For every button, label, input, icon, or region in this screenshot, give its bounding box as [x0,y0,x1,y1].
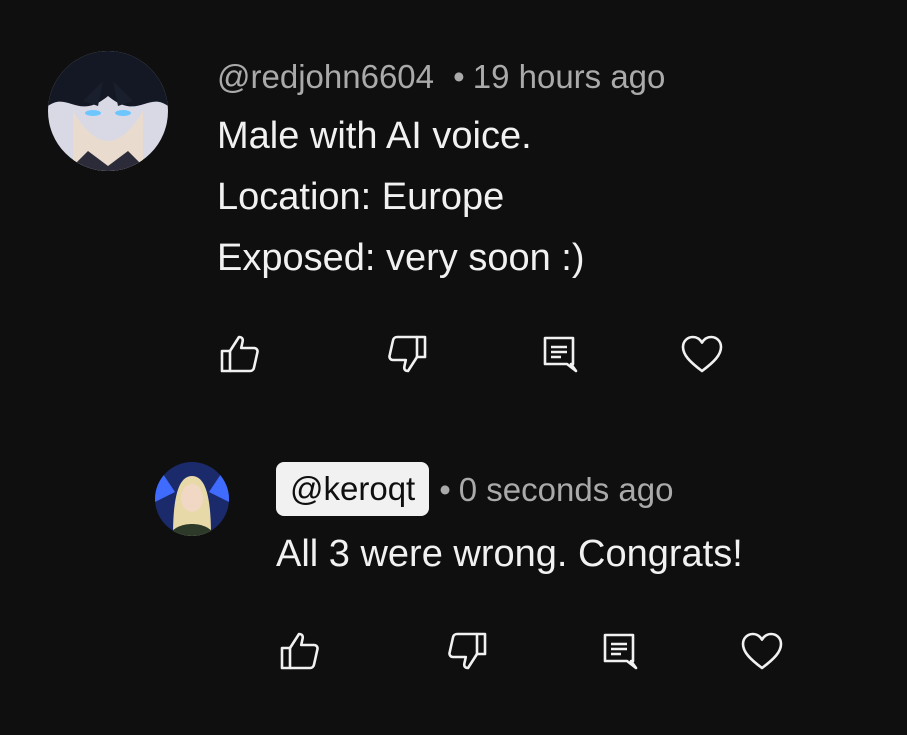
reply-button[interactable] [595,627,643,675]
thumbs-up-icon [220,335,259,373]
like-button[interactable] [276,627,324,675]
heart-icon [681,335,723,373]
reply-meta: @keroqt • 0 seconds ago [276,462,673,516]
reply-avatar[interactable] [155,462,229,536]
meta-separator: • [439,470,451,508]
thumbs-down-icon [448,632,487,670]
comment-reply-icon [603,633,638,670]
meta-separator: • [453,58,465,95]
comment-text-line: Exposed: very soon :) [217,237,585,279]
thumbs-down-icon [388,335,427,373]
heart-button[interactable] [678,330,726,378]
comment-text-line: Location: Europe [217,176,505,218]
like-button[interactable] [216,330,264,378]
comment-author-handle[interactable]: @redjohn6604 [217,58,434,95]
comment-meta: @redjohn6604 • 19 hours ago [217,60,665,93]
reply-author-handle[interactable]: @keroqt [276,462,430,516]
comment-text-line: Male with AI voice. [217,115,532,157]
comment-timestamp: 19 hours ago [472,58,666,95]
dislike-button[interactable] [443,627,491,675]
dislike-button[interactable] [383,330,431,378]
reply-button[interactable] [535,330,583,378]
reply-timestamp: 0 seconds ago [458,470,674,508]
commenter-avatar[interactable] [48,51,168,171]
heart-icon [741,632,783,670]
heart-button[interactable] [738,627,786,675]
thumbs-up-icon [280,632,319,670]
comment-reply-icon [543,336,578,373]
reply-text-line: All 3 were wrong. Congrats! [276,533,743,575]
